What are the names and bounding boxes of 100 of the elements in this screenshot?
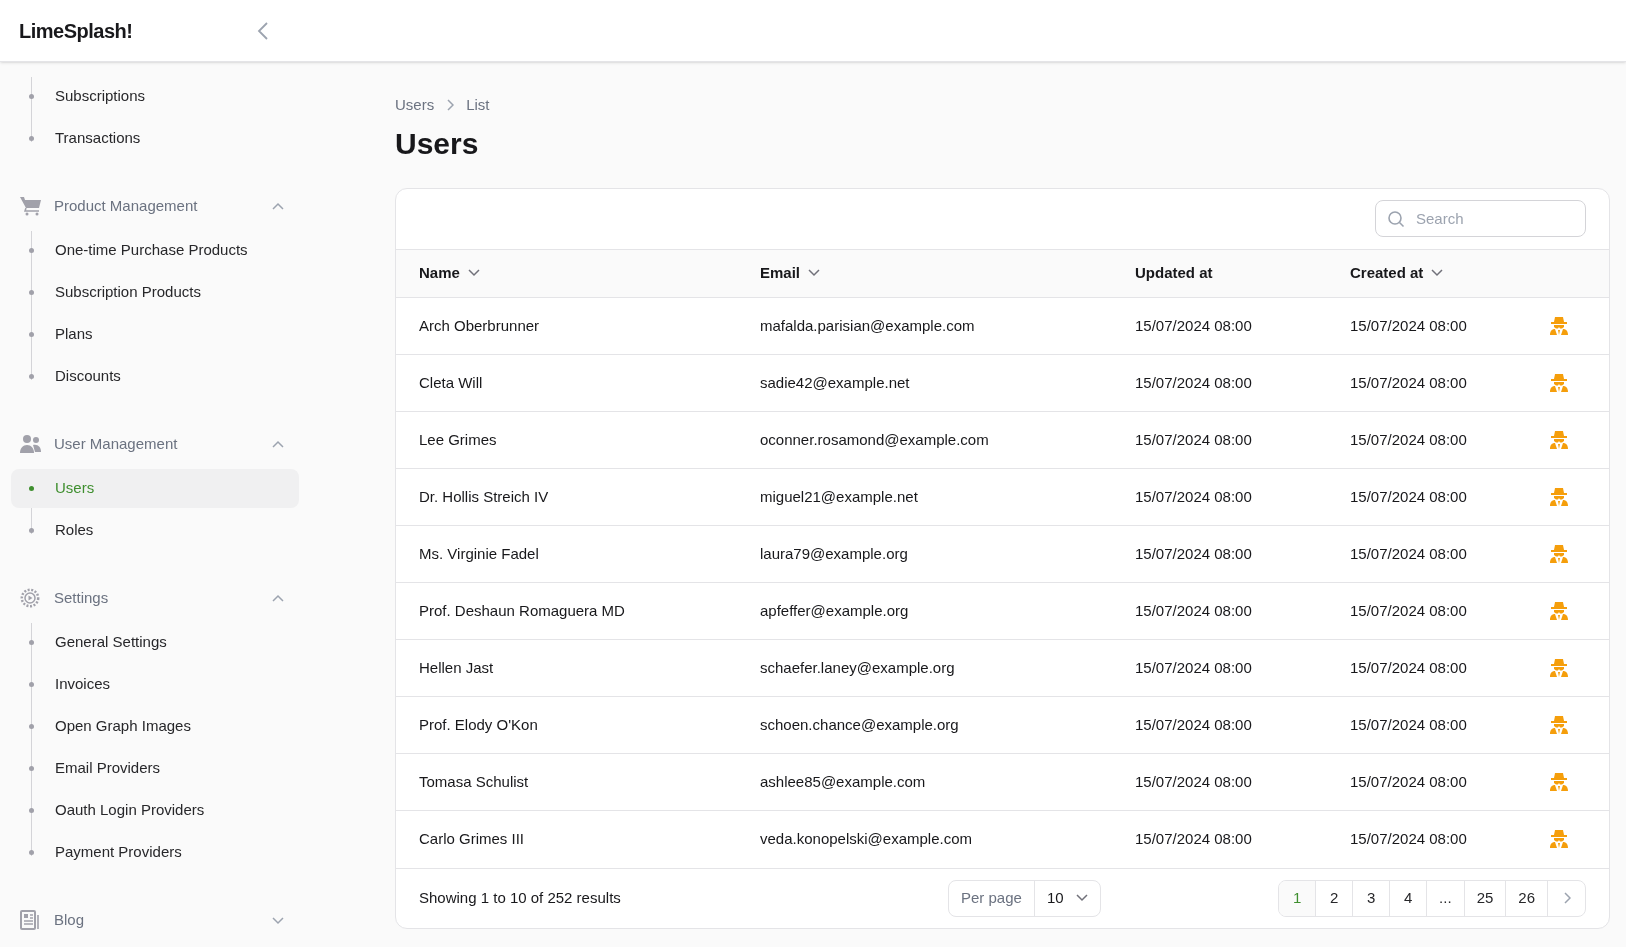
search-field[interactable]: Search [1375,200,1586,237]
table-cell: veda.konopelski@example.com [760,830,972,847]
sidebar-item[interactable]: Transactions [11,119,299,158]
impersonate-spy-icon[interactable] [1549,829,1569,850]
page-button[interactable]: ... [1427,880,1465,916]
chevron-down-icon [467,269,480,278]
table-cell: 15/07/2024 08:00 [1350,715,1467,733]
table-cell: 15/07/2024 08:00 [1350,487,1467,505]
table-cell: Prof. Elody O'Kon [419,715,538,733]
sidebar-item[interactable]: Open Graph Images [11,707,299,746]
sidebar-item[interactable]: Oauth Login Providers [11,791,299,830]
app-logo: LimeSplash! [19,18,133,44]
table-cell: oconner.rosamond@example.com [760,430,989,448]
sidebar-item[interactable]: Subscriptions [11,77,299,116]
table-cell: Arch Oberbrunner [419,316,540,334]
table-cell: 15/07/2024 08:00 [1350,830,1467,847]
sidebar-item[interactable]: Email Providers [11,749,299,788]
column-header[interactable]: Created at [1350,262,1444,285]
table-cell: 15/07/2024 08:00 [1350,658,1467,676]
table-cell: Lee Grimes [419,430,497,448]
search-icon [1387,210,1405,228]
chevron-up-icon [271,592,285,604]
table-cell: sadie42@example.net [760,373,910,391]
table-cell: Hellen Jast [419,658,494,676]
page-button[interactable]: 25 [1464,880,1507,916]
page-title: Users [395,125,480,162]
table-cell: 15/07/2024 08:00 [1350,373,1467,391]
page-button[interactable]: 4 [1390,880,1428,916]
newspaper-icon [20,910,40,930]
table-cell: Prof. Deshaun Romaguera MD [419,601,625,619]
chevron-up-icon [271,438,285,450]
table-cell: Cleta Will [419,373,483,391]
nav-group-header[interactable]: Blog [11,898,299,942]
impersonate-spy-icon[interactable] [1549,430,1569,450]
table-cell: 15/07/2024 08:00 [1350,772,1467,790]
table-cell: 15/07/2024 08:00 [1350,601,1467,619]
chevron-down-icon [1431,269,1444,278]
sidebar-item[interactable]: Plans [11,315,299,354]
sidebar-item[interactable]: Invoices [11,665,299,704]
table-cell: Carlo Grimes III [419,830,524,847]
impersonate-spy-icon[interactable] [1549,658,1569,678]
chevron-right-icon [446,99,455,112]
chevron-up-icon [271,200,285,212]
table-cell: 15/07/2024 08:00 [1135,487,1252,505]
nav-group-header[interactable]: User Management [11,422,299,466]
chevron-down-icon [271,914,285,926]
impersonate-spy-icon[interactable] [1549,373,1569,393]
table-cell: mafalda.parisian@example.com [760,316,975,334]
column-header[interactable]: Name [419,262,480,285]
chevron-right-icon [1562,892,1571,904]
column-header[interactable]: Email [760,262,821,285]
sidebar-item[interactable]: Discounts [11,357,299,396]
table-cell: 15/07/2024 08:00 [1135,430,1252,448]
table-cell: Dr. Hollis Streich IV [419,487,549,505]
table-cell: 15/07/2024 08:00 [1350,430,1467,448]
sidebar-item[interactable]: General Settings [11,623,299,662]
chevron-left-icon [256,20,270,41]
table-cell: 15/07/2024 08:00 [1135,830,1252,847]
table-cell: apfeffer@example.org [760,601,909,619]
nav-group-header[interactable]: Settings [11,576,299,620]
sidebar-item[interactable]: Payment Providers [11,833,299,872]
impersonate-spy-icon[interactable] [1549,715,1569,735]
table-cell: miguel21@example.net [760,487,918,505]
results-summary: Showing 1 to 10 of 252 results [419,887,622,908]
impersonate-spy-icon[interactable] [1549,601,1569,621]
table-cell: 15/07/2024 08:00 [1350,316,1467,334]
table-cell: 15/07/2024 08:00 [1135,373,1252,391]
table-cell: 15/07/2024 08:00 [1135,658,1252,676]
table-cell: Tomasa Schulist [419,772,529,790]
table-cell: 15/07/2024 08:00 [1135,544,1252,562]
page-button[interactable]: 1 [1279,880,1317,916]
table-cell: laura79@example.org [760,544,908,562]
breadcrumb-link[interactable]: Users [395,94,435,117]
table-cell: 15/07/2024 08:00 [1135,772,1252,790]
table-cell: 15/07/2024 08:00 [1350,544,1467,562]
table-cell: schoen.chance@example.org [760,715,959,733]
impersonate-spy-icon[interactable] [1549,772,1569,792]
page-button[interactable]: 2 [1316,880,1354,916]
column-header[interactable]: Updated at [1135,262,1213,285]
users-icon [20,434,42,454]
sidebar-item[interactable]: One-time Purchase Products [11,231,299,270]
table-cell: ashlee85@example.com [760,772,926,790]
sidebar-item[interactable]: Roles [11,511,299,550]
page-button[interactable]: 26 [1506,880,1548,916]
page-button[interactable]: 3 [1353,880,1391,916]
table-cell: 15/07/2024 08:00 [1135,316,1252,334]
impersonate-spy-icon[interactable] [1549,316,1569,336]
nav-group-header[interactable]: Product Management [11,184,299,228]
impersonate-spy-icon[interactable] [1549,487,1569,507]
impersonate-spy-icon[interactable] [1549,544,1569,564]
table-cell: 15/07/2024 08:00 [1135,715,1252,733]
table-cell: schaefer.laney@example.org [760,658,955,676]
breadcrumb-link[interactable]: List [466,94,490,117]
cart-icon [20,196,42,216]
table-cell: Ms. Virginie Fadel [419,544,539,562]
table-cell: 15/07/2024 08:00 [1135,601,1252,619]
sidebar-item[interactable]: Subscription Products [11,273,299,312]
chevron-down-icon [808,269,821,278]
sidebar-item[interactable]: Users [11,469,299,508]
gear-icon [20,588,40,608]
